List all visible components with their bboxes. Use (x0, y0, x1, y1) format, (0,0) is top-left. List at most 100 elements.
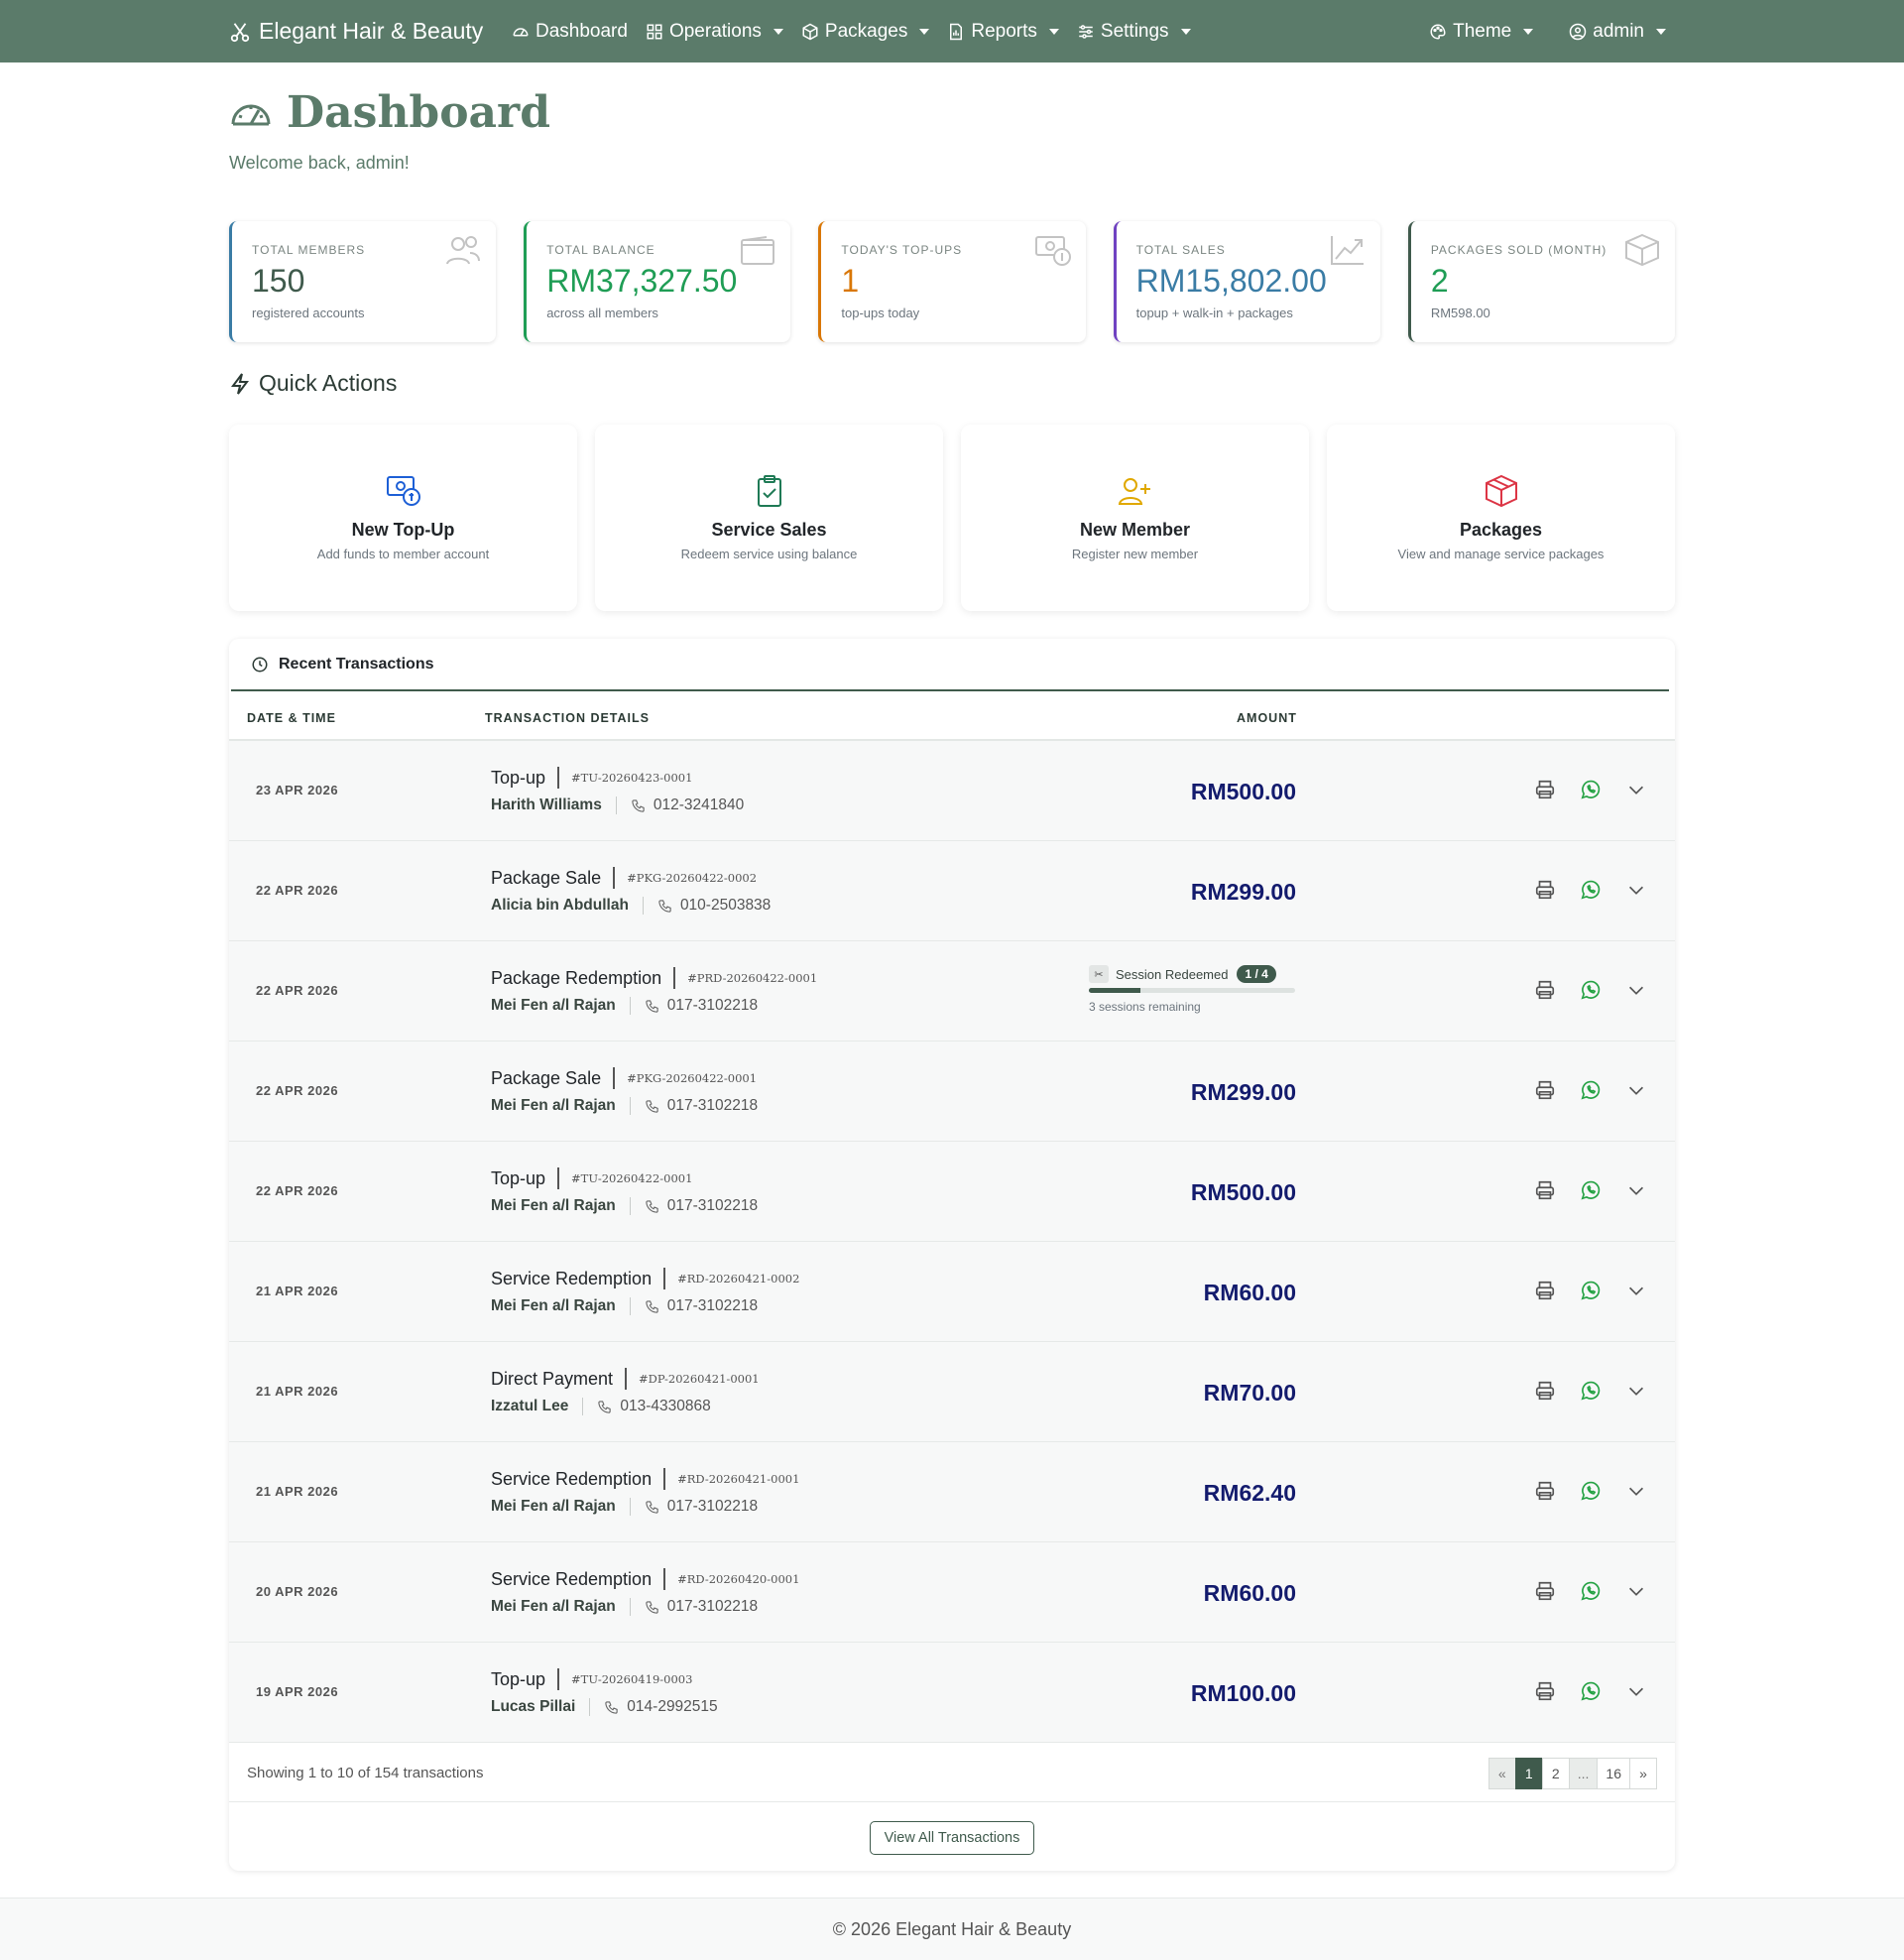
stat-label: Today's Top-Ups (841, 243, 963, 257)
column-header-date: DATE & TIME (247, 711, 336, 725)
quick-action-desc: View and manage service packages (1397, 547, 1605, 561)
table-row[interactable]: 21 APR 2026 Service Redemption #RD-2026042… (229, 1442, 1675, 1542)
nav-theme[interactable]: Theme (1429, 21, 1534, 43)
quick-action-new-topup[interactable]: New Top-Up Add funds to member account (229, 425, 577, 611)
transaction-amount: RM62.40 (1203, 1480, 1296, 1506)
chevron-down-icon[interactable] (1625, 1380, 1647, 1402)
chevron-down-icon[interactable] (1625, 1580, 1647, 1602)
phone-icon (646, 1500, 658, 1514)
divider (629, 1598, 631, 1616)
transaction-amount: RM60.00 (1203, 1580, 1296, 1606)
member-name: Mei Fen a/l Rajan (491, 1598, 616, 1615)
printer-icon[interactable] (1534, 879, 1556, 901)
table-row[interactable]: 19 APR 2026 Top-up #TU-20260419-0003 Lucas … (229, 1643, 1675, 1743)
quick-action-service-sales[interactable]: Service Sales Redeem service using balan… (595, 425, 943, 611)
row-actions (1534, 879, 1647, 901)
whatsapp-icon[interactable] (1580, 879, 1602, 901)
chevron-down-icon (1656, 28, 1666, 35)
transaction-date: 23 APR 2026 (256, 783, 339, 797)
printer-icon[interactable] (1534, 1079, 1556, 1101)
whatsapp-icon[interactable] (1580, 1580, 1602, 1602)
whatsapp-icon[interactable] (1580, 979, 1602, 1001)
quick-action-new-member[interactable]: New Member Register new member (961, 425, 1309, 611)
transaction-date: 20 APR 2026 (256, 1584, 339, 1599)
printer-icon[interactable] (1534, 979, 1556, 1001)
whatsapp-icon[interactable] (1580, 1179, 1602, 1201)
session-badge: 1 / 4 (1237, 965, 1276, 983)
transaction-type: Top-up (491, 767, 546, 788)
box-icon (1625, 233, 1660, 267)
wallet-icon (741, 236, 775, 265)
view-all-transactions-button[interactable]: View All Transactions (869, 1821, 1035, 1855)
whatsapp-icon[interactable] (1580, 1280, 1602, 1301)
printer-icon[interactable] (1534, 1480, 1556, 1502)
row-actions (1534, 979, 1647, 1001)
table-row[interactable]: 22 APR 2026 Package Sale #PKG-20260422-000… (229, 841, 1675, 941)
chevron-down-icon[interactable] (1625, 1680, 1647, 1702)
chevron-down-icon (1180, 28, 1191, 35)
stat-value: RM37,327.50 (546, 263, 738, 299)
printer-icon[interactable] (1534, 1179, 1556, 1201)
chevron-down-icon[interactable] (1625, 979, 1647, 1001)
nav-settings-label: Settings (1100, 20, 1169, 42)
table-row[interactable]: 20 APR 2026 Service Redemption #RD-2026042… (229, 1542, 1675, 1643)
chevron-down-icon[interactable] (1625, 1179, 1647, 1201)
nav-operations[interactable]: Operations (646, 21, 783, 43)
printer-icon[interactable] (1534, 1580, 1556, 1602)
nav-packages[interactable]: Packages (801, 21, 930, 43)
pagination-next[interactable]: » (1629, 1758, 1657, 1789)
stat-card-total-balance: Total Balance RM37,327.50 across all mem… (524, 221, 791, 342)
row-actions (1534, 1480, 1647, 1502)
whatsapp-icon[interactable] (1580, 1680, 1602, 1702)
person-plus-icon (1118, 478, 1150, 505)
table-row[interactable]: 22 APR 2026 Package Redemption #PRD-202604… (229, 941, 1675, 1041)
quick-action-desc: Register new member (1071, 547, 1199, 561)
table-row[interactable]: 21 APR 2026 Service Redemption #RD-2026042… (229, 1242, 1675, 1342)
stat-sub: across all members (546, 306, 658, 320)
table-row[interactable]: 22 APR 2026 Top-up #TU-20260422-0001 Mei Fe… (229, 1142, 1675, 1242)
nav-user[interactable]: admin (1569, 21, 1666, 43)
divider (557, 1668, 560, 1690)
whatsapp-icon[interactable] (1580, 779, 1602, 800)
chevron-down-icon (1523, 28, 1534, 35)
table-row[interactable]: 22 APR 2026 Package Sale #PKG-20260422-000… (229, 1041, 1675, 1142)
printer-icon[interactable] (1534, 1380, 1556, 1402)
phone-icon (646, 999, 658, 1013)
transaction-type: Package Sale (491, 867, 602, 888)
nav-settings[interactable]: Settings (1077, 21, 1191, 43)
transaction-amount: RM100.00 (1190, 1680, 1296, 1706)
transaction-date: 22 APR 2026 (256, 1183, 339, 1198)
chevron-down-icon[interactable] (1625, 1480, 1647, 1502)
quick-action-packages[interactable]: Packages View and manage service package… (1327, 425, 1675, 611)
printer-icon[interactable] (1534, 1280, 1556, 1301)
whatsapp-icon[interactable] (1580, 1380, 1602, 1402)
pagination-page[interactable]: 1 (1514, 1758, 1543, 1789)
member-phone: 017-3102218 (666, 1598, 759, 1615)
transaction-type: Package Redemption (491, 967, 662, 988)
transaction-ref: #TU-20260423-0001 (571, 771, 693, 785)
printer-icon[interactable] (1534, 1680, 1556, 1702)
table-header: DATE & TIME TRANSACTION DETAILS AMOUNT (229, 691, 1675, 741)
pagination-prev[interactable]: « (1488, 1758, 1516, 1789)
chevron-down-icon[interactable] (1625, 1079, 1647, 1101)
brand[interactable]: Elegant Hair & Beauty (229, 0, 483, 62)
chevron-down-icon[interactable] (1625, 1280, 1647, 1301)
pagination-page[interactable]: 2 (1541, 1758, 1570, 1789)
phone-icon (646, 1299, 658, 1313)
printer-icon[interactable] (1534, 779, 1556, 800)
divider (629, 1498, 631, 1516)
table-row[interactable]: 21 APR 2026 Direct Payment #DP-20260421-00… (229, 1342, 1675, 1442)
nav-reports-label: Reports (971, 20, 1037, 42)
nav-reports[interactable]: Reports (947, 21, 1059, 43)
stat-value: 150 (252, 263, 305, 299)
whatsapp-icon[interactable] (1580, 1079, 1602, 1101)
whatsapp-icon[interactable] (1580, 1480, 1602, 1502)
chevron-down-icon[interactable] (1625, 879, 1647, 901)
transaction-type: Top-up (491, 1167, 546, 1188)
chevron-down-icon[interactable] (1625, 779, 1647, 800)
table-row[interactable]: 23 APR 2026 Top-up #TU-20260423-0001 Harith… (229, 741, 1675, 841)
chevron-down-icon (919, 28, 930, 35)
nav-dashboard[interactable]: Dashboard (512, 21, 628, 43)
pagination-page[interactable]: 16 (1597, 1758, 1630, 1789)
session-remaining: 3 sessions remaining (1089, 1000, 1201, 1014)
